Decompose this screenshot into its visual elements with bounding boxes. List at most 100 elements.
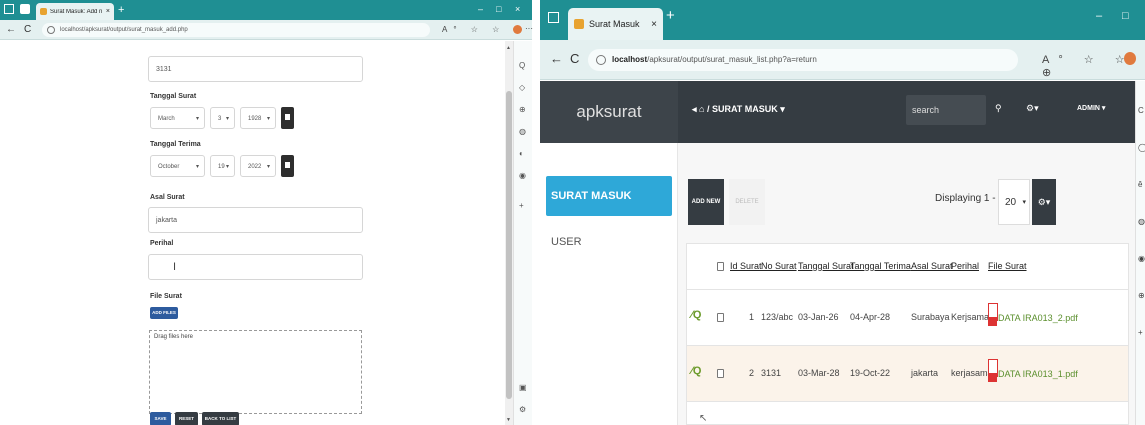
gear-icon[interactable]: ⚙▾: [1026, 103, 1039, 114]
site-info-icon[interactable]: [596, 55, 606, 65]
minimize-button[interactable]: –: [1096, 10, 1102, 22]
back-to-list-button[interactable]: BACK TO LIST: [202, 412, 239, 425]
search-input[interactable]: search: [906, 95, 986, 125]
brand-logo[interactable]: apksurat: [540, 81, 678, 143]
asal-surat-input[interactable]: jakarta: [148, 207, 363, 233]
sidebar-item-surat-masuk[interactable]: SURAT MASUK: [546, 176, 672, 216]
row-checkbox[interactable]: [717, 313, 724, 322]
tab-surat-masuk-add[interactable]: Surat Masuk: Add new ×: [36, 3, 114, 20]
search-icon[interactable]: ⚲: [995, 103, 1002, 114]
file-drop-zone[interactable]: Drag files here: [149, 330, 362, 414]
url-host: localhost: [612, 55, 648, 64]
tab-surat-masuk[interactable]: Surat Masuk ×: [568, 8, 663, 40]
tag-icon[interactable]: ◇: [519, 83, 525, 92]
office-icon[interactable]: ◉: [1138, 254, 1145, 263]
row-checkbox[interactable]: [717, 369, 724, 378]
scroll-thumb[interactable]: [506, 91, 512, 399]
refresh-button[interactable]: C: [570, 51, 579, 67]
url-path: /apksurat/output/surat_masuk_list.php?a=…: [647, 55, 817, 64]
minimize-button[interactable]: –: [478, 4, 483, 14]
right-address-bar: ← C localhost/apksurat/output/surat_masu…: [540, 40, 1145, 80]
cell-asal: Surabaya: [911, 312, 950, 322]
games-icon[interactable]: ◍: [1138, 217, 1145, 226]
profile-avatar[interactable]: [513, 25, 522, 34]
url-field[interactable]: localhost/apksurat/output/surat_masuk_ad…: [42, 23, 430, 37]
edit-view-icon[interactable]: ⁄Q: [691, 365, 701, 377]
back-button[interactable]: ←: [550, 51, 563, 67]
col-tanggal-surat[interactable]: Tanggal Surat: [798, 261, 854, 271]
col-file-surat[interactable]: File Surat: [988, 261, 1027, 271]
calendar-icon[interactable]: [281, 155, 294, 177]
tools-icon[interactable]: ⊕: [519, 105, 526, 114]
refresh-button[interactable]: C: [24, 23, 31, 36]
url-text: localhost/apksurat/output/surat_masuk_ad…: [60, 27, 188, 33]
settings-icon[interactable]: ⚙: [519, 405, 526, 414]
scroll-up-icon[interactable]: ▲: [506, 45, 511, 51]
search-icon[interactable]: ◯: [1138, 143, 1145, 152]
games-icon[interactable]: ◍: [519, 127, 526, 136]
scroll-down-icon[interactable]: ▼: [506, 417, 511, 423]
cell-tanggal-surat: 03-Jan-26: [798, 312, 839, 322]
tab-close-icon[interactable]: ×: [106, 8, 110, 15]
col-asal-surat[interactable]: Asal Surat: [911, 261, 953, 271]
calendar-icon[interactable]: [281, 107, 294, 129]
panel-icon[interactable]: ▣: [519, 383, 527, 392]
tab-actions-icon[interactable]: [20, 4, 30, 14]
sidebar-item-user[interactable]: USER: [551, 236, 582, 248]
col-tanggal-terima[interactable]: Tanggal Terima: [850, 261, 911, 271]
save-button[interactable]: SAVE: [150, 412, 171, 425]
file-link[interactable]: DATA IRA013_2.pdf: [998, 313, 1078, 323]
office-icon[interactable]: ◐: [519, 149, 524, 158]
new-tab-button[interactable]: +: [118, 4, 124, 16]
no-surat-input[interactable]: 3131: [148, 56, 363, 82]
left-scrollbar[interactable]: ▲ ▼: [505, 41, 513, 425]
col-perihal[interactable]: Perihal: [951, 261, 979, 271]
col-id-surat[interactable]: Id Surat: [730, 261, 762, 271]
tanggal-surat-day-select[interactable]: 3 ▾: [210, 107, 235, 129]
tab-title: Surat Masuk: [589, 19, 640, 29]
tanggal-terima-year-select[interactable]: 2022 ▾: [240, 155, 276, 177]
tanggal-surat-year-select[interactable]: 1928 ▾: [240, 107, 276, 129]
add-new-button[interactable]: ADD NEW: [688, 179, 724, 225]
window-menu-icon[interactable]: [4, 4, 14, 14]
close-window-button[interactable]: ×: [515, 4, 520, 14]
add-icon[interactable]: +: [1138, 328, 1143, 337]
tab-close-icon[interactable]: ×: [651, 19, 657, 30]
select-all-checkbox[interactable]: [717, 262, 724, 271]
delete-button[interactable]: DELETE: [729, 179, 765, 225]
pdf-file-icon: [988, 303, 998, 329]
perihal-input[interactable]: [148, 254, 363, 280]
outlook-icon[interactable]: ◉: [519, 171, 526, 180]
page-size-select[interactable]: 20 ▾: [998, 179, 1030, 225]
more-menu-icon[interactable]: ···: [525, 24, 533, 33]
table-row[interactable]: ⁄Q 1 123/abc 03-Jan-26 04-Apr-28 Surabay…: [687, 290, 1128, 346]
add-files-button[interactable]: ADD FILES: [150, 307, 178, 319]
profile-avatar[interactable]: [1124, 52, 1136, 65]
maximize-button[interactable]: □: [1122, 10, 1129, 22]
url-field[interactable]: localhost/apksurat/output/surat_masuk_li…: [588, 49, 1018, 71]
table-row[interactable]: ⁄Q 2 3131 03-Mar-28 19-Oct-22 jakarta ke…: [687, 346, 1128, 402]
file-link[interactable]: DATA IRA013_1.pdf: [998, 369, 1078, 379]
asal-surat-label: Asal Surat: [150, 194, 185, 201]
maximize-button[interactable]: □: [496, 4, 501, 14]
copilot-icon[interactable]: C: [1138, 106, 1144, 115]
window-menu-icon[interactable]: [548, 12, 559, 23]
back-button[interactable]: ←: [6, 23, 16, 36]
col-no-surat[interactable]: No Surat: [761, 261, 797, 271]
add-icon[interactable]: +: [519, 201, 524, 210]
reset-button[interactable]: RESET: [175, 412, 198, 425]
site-info-icon[interactable]: [47, 26, 55, 34]
outlook-icon[interactable]: ⊕: [1138, 291, 1145, 300]
admin-menu[interactable]: ADMIN ▾: [1077, 104, 1105, 112]
screen: Surat Masuk: Add new × + – □ × ← C local…: [0, 0, 1145, 425]
new-tab-button[interactable]: +: [666, 8, 675, 24]
grid-settings-button[interactable]: ⚙▾: [1032, 179, 1056, 225]
search-icon[interactable]: Q: [519, 61, 525, 70]
breadcrumb[interactable]: ◂ ⌂ / SURAT MASUK ▾: [692, 104, 785, 115]
edit-view-icon[interactable]: ⁄Q: [691, 309, 701, 321]
tanggal-terima-label: Tanggal Terima: [150, 141, 201, 148]
tanggal-surat-month-select[interactable]: March ▾: [150, 107, 205, 129]
tools-icon[interactable]: ê: [1138, 180, 1142, 189]
tanggal-terima-day-select[interactable]: 19 ▾: [210, 155, 235, 177]
tanggal-terima-month-select[interactable]: October ▾: [150, 155, 205, 177]
